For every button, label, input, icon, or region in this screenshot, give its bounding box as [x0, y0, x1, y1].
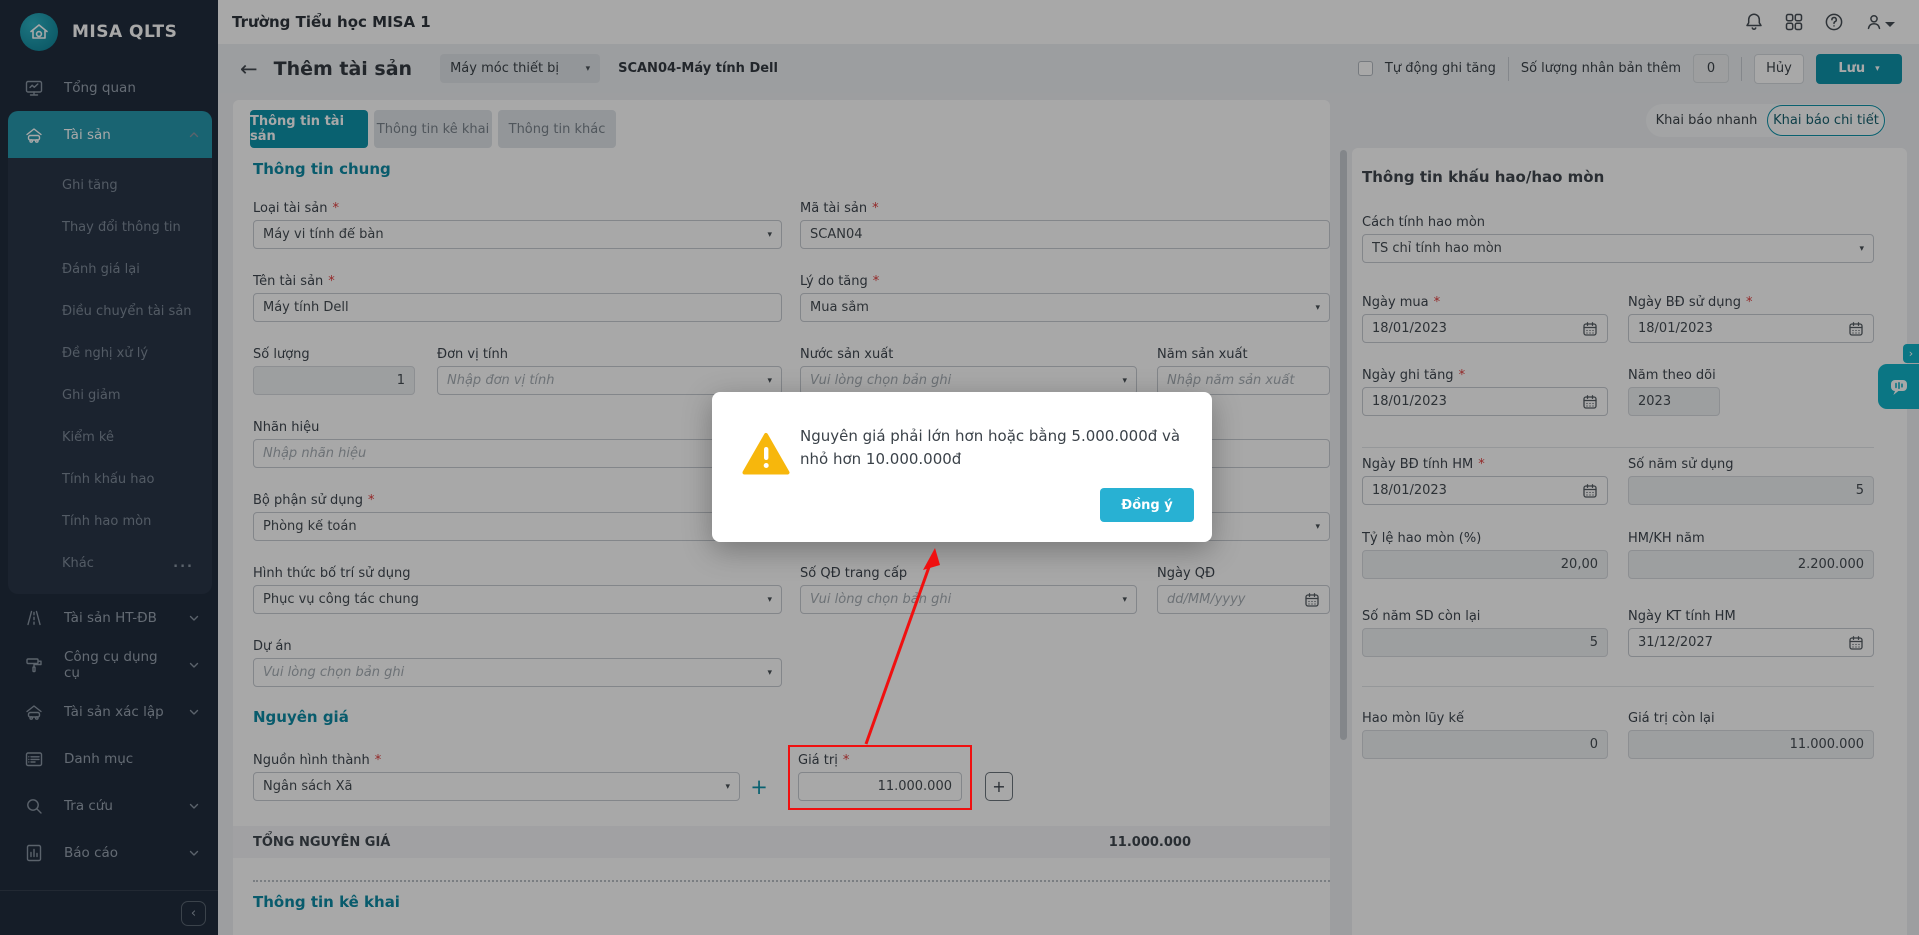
warning-dialog: Nguyên giá phải lớn hơn hoặc bằng 5.000.…	[712, 392, 1212, 542]
ok-button[interactable]: Đồng ý	[1100, 488, 1194, 522]
warning-message: Nguyên giá phải lớn hơn hoặc bằng 5.000.…	[800, 427, 1181, 468]
app-window: MISA QLTS Tổng quan Tài sản Ghi tăng Thay đ…	[0, 0, 1919, 935]
warning-icon	[742, 432, 790, 476]
